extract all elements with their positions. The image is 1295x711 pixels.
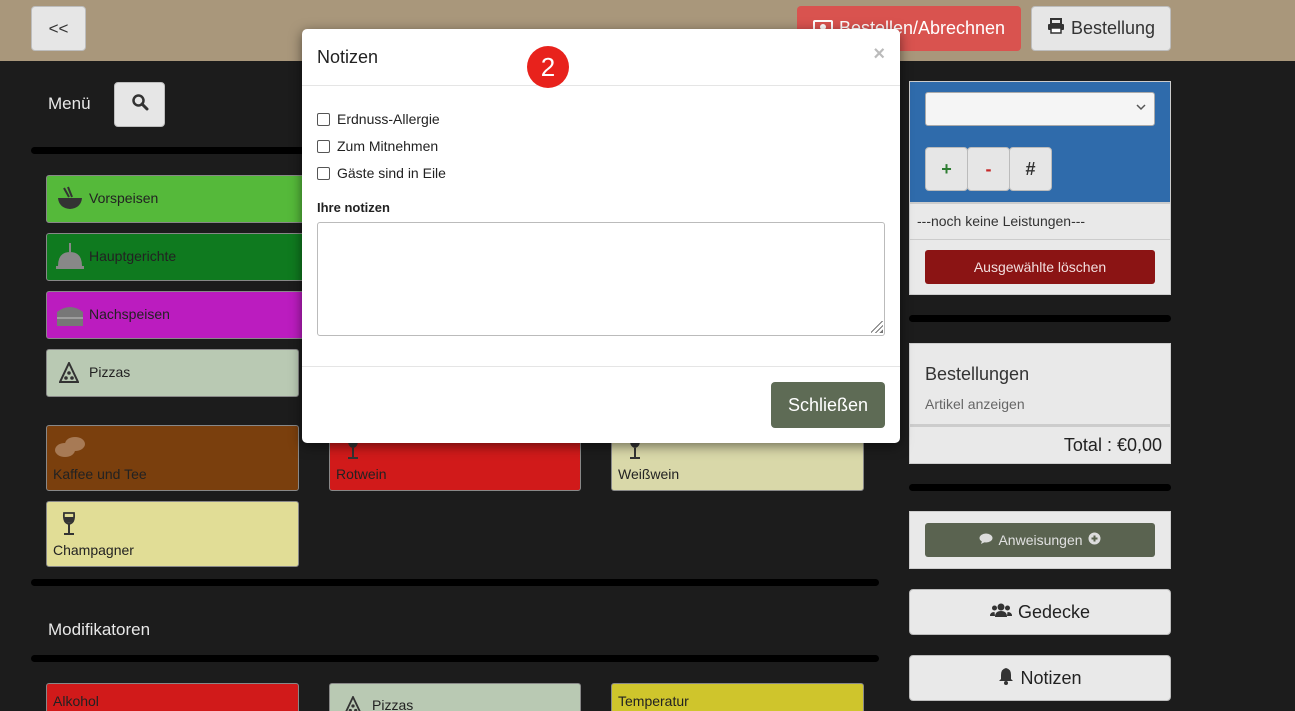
menu-title: Menü (48, 94, 91, 113)
category-label: Kaffee und Tee (53, 466, 147, 482)
resize-handle-icon[interactable] (871, 321, 883, 333)
modifier-label: Alkohol (53, 693, 99, 709)
divider (909, 484, 1171, 491)
back-button[interactable]: << (31, 6, 86, 51)
divider (302, 366, 900, 367)
covers-button[interactable]: Gedecke (909, 589, 1171, 635)
checkbox[interactable] (317, 112, 330, 126)
modifier-label: Pizzas (372, 697, 414, 711)
notes-textarea[interactable] (317, 222, 885, 336)
order-label: Bestellung (1070, 18, 1156, 38)
modal-title: Notizen (317, 47, 379, 67)
category-label: Nachspeisen (89, 306, 170, 322)
instructions-button[interactable]: Anweisungen (925, 523, 1155, 557)
divider (302, 85, 900, 86)
delete-selected-button[interactable]: Ausgewählte löschen (925, 250, 1155, 284)
category-label: Champagner (53, 542, 134, 558)
total-value: Total : €0,00 (1063, 435, 1162, 455)
category-label: Pizzas (89, 364, 131, 380)
printer-icon (1047, 18, 1065, 39)
no-items-text: ---noch keine Leistungen--- (917, 213, 1086, 229)
category-champagner[interactable]: Champagner (46, 501, 299, 567)
option-peanut-allergy[interactable]: Erdnuss-Allergie (317, 111, 440, 127)
category-vorspeisen[interactable]: Vorspeisen (46, 175, 306, 223)
wine-glass-icon (62, 512, 76, 539)
divider (909, 315, 1171, 322)
modifier-alkohol[interactable]: Alkohol (46, 683, 299, 711)
divider (31, 655, 879, 662)
close-icon[interactable]: × (873, 43, 885, 66)
search-button[interactable] (114, 82, 165, 127)
pizza-icon (344, 694, 362, 711)
category-label: Vorspeisen (89, 190, 159, 206)
close-button[interactable]: Schließen (771, 382, 885, 428)
option-label: Zum Mitnehmen (337, 138, 439, 154)
modifier-pizzas[interactable]: Pizzas (329, 683, 581, 711)
category-label: Weißwein (618, 466, 680, 482)
orders-title: Bestellungen (925, 364, 1030, 384)
cake-icon (55, 304, 85, 331)
item-select[interactable] (925, 92, 1155, 126)
divider (31, 579, 879, 586)
option-takeaway[interactable]: Zum Mitnehmen (317, 138, 438, 154)
notes-button[interactable]: Notizen (909, 655, 1171, 701)
category-hauptgerichte[interactable]: Hauptgerichte (46, 233, 306, 281)
option-label: Gäste sind in Eile (337, 165, 446, 181)
modifier-temperatur[interactable]: Temperatur (611, 683, 864, 711)
option-label: Erdnuss-Allergie (337, 111, 440, 127)
step-badge: 2 (527, 46, 569, 88)
comment-icon (979, 532, 993, 548)
search-icon (131, 93, 149, 116)
chevron-down-icon (1136, 103, 1146, 114)
increase-button[interactable]: + (925, 147, 968, 191)
checkbox[interactable] (317, 139, 330, 153)
category-nachspeisen[interactable]: Nachspeisen (46, 291, 306, 339)
category-pizzas[interactable]: Pizzas (46, 349, 299, 397)
plus-circle-icon (1088, 532, 1101, 548)
notes-label: Notizen (1020, 667, 1082, 688)
pizza-icon (58, 360, 80, 387)
divider (910, 424, 1170, 427)
modifier-label: Temperatur (618, 693, 689, 709)
coffee-beans-icon (53, 434, 87, 463)
checkbox[interactable] (317, 166, 330, 180)
modifiers-title: Modifikatoren (48, 620, 151, 639)
cloche-icon (55, 240, 85, 275)
category-label: Hauptgerichte (89, 248, 177, 264)
option-guests-in-hurry[interactable]: Gäste sind in Eile (317, 165, 446, 181)
users-icon (989, 602, 1012, 623)
order-button[interactable]: Bestellung (1031, 6, 1171, 51)
show-items-link[interactable]: Artikel anzeigen (925, 396, 1025, 412)
bowl-icon (55, 186, 85, 215)
category-label: Rotwein (336, 466, 387, 482)
instructions-label: Anweisungen (998, 532, 1083, 548)
bell-icon (998, 667, 1014, 690)
category-kaffee-und-tee[interactable]: Kaffee und Tee (46, 425, 299, 491)
divider (910, 239, 1170, 240)
quantity-button[interactable]: # (1009, 147, 1052, 191)
decrease-button[interactable]: - (967, 147, 1010, 191)
notes-field-label: Ihre notizen (317, 200, 390, 215)
covers-label: Gedecke (1017, 601, 1091, 622)
